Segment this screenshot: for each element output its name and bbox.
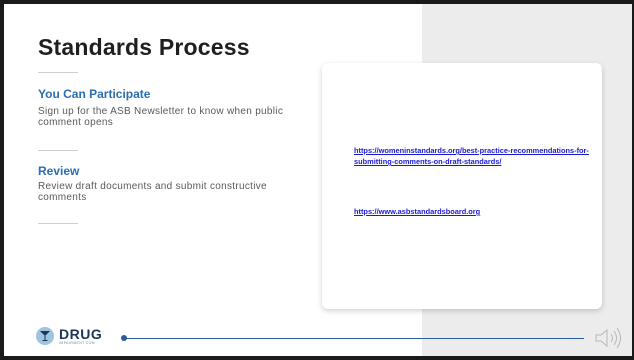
logo-subtitle: IMPAIRMENT.COM [59,340,96,345]
section-heading-review: Review [38,164,80,178]
slide-title: Standards Process [38,34,250,60]
footer-line [124,338,584,339]
link-asb-standards-board[interactable]: https://www.asbstandardsboard.org [354,206,594,217]
martini-glass-icon [36,327,54,345]
logo: DRUG IMPAIRMENT.COM [36,325,102,347]
section-body-participate: Sign up for the ASB Newsletter to know w… [38,106,284,128]
links-card: https://womeninstandards.org/best-practi… [322,63,602,309]
logo-name: DRUG [59,325,103,342]
section-heading-participate: You Can Participate [38,87,151,101]
divider [38,72,78,73]
logo-text: DRUG IMPAIRMENT.COM [59,327,102,346]
section-body-review: Review draft documents and submit constr… [38,181,267,203]
slide: Standards Process You Can Participate Si… [4,4,632,356]
divider [38,223,78,224]
divider [38,150,78,151]
link-women-in-standards[interactable]: https://womeninstandards.org/best-practi… [354,145,594,167]
speaker-icon[interactable] [594,326,626,350]
